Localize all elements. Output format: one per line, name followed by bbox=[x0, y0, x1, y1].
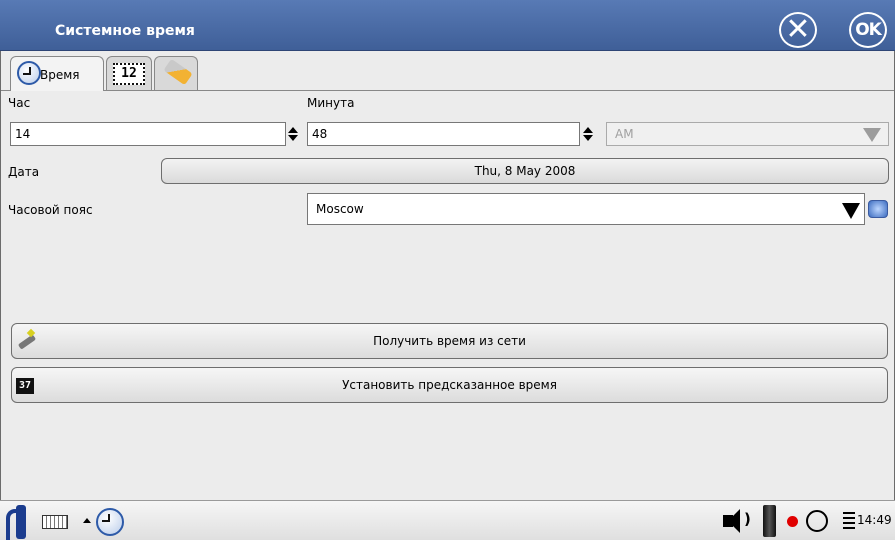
clock-icon bbox=[96, 508, 124, 536]
digits-icon: 37 bbox=[16, 378, 34, 394]
hour-stepper[interactable] bbox=[286, 122, 300, 146]
tab-date[interactable]: 12 bbox=[106, 56, 152, 90]
time-settings-panel: Час Минута 14 48 AM Дата Thu, 8 May 2008… bbox=[1, 90, 894, 500]
timezone-value: Moscow bbox=[316, 202, 364, 216]
down-arrow-icon[interactable] bbox=[288, 135, 298, 141]
date-picker-button[interactable]: Thu, 8 May 2008 bbox=[161, 158, 889, 184]
menu-lines-icon[interactable] bbox=[843, 512, 855, 530]
speaker-waves-icon: ) bbox=[744, 510, 751, 528]
ampm-select: AM bbox=[606, 122, 889, 146]
date-label: Дата bbox=[8, 165, 40, 179]
keyboard-icon[interactable] bbox=[42, 515, 68, 529]
taskbar: ) 14:49 bbox=[0, 500, 895, 540]
opie-menu-icon[interactable] bbox=[6, 505, 26, 540]
minute-stepper[interactable] bbox=[581, 122, 595, 146]
ok-button[interactable]: OK bbox=[849, 12, 887, 48]
close-icon: ✕ bbox=[785, 12, 811, 47]
network-plug-icon bbox=[16, 330, 38, 352]
window-title: Системное время bbox=[55, 23, 195, 39]
up-arrow-icon[interactable] bbox=[83, 518, 91, 523]
tab-time[interactable]: Время bbox=[10, 56, 104, 91]
timezone-label: Часовой пояс bbox=[8, 203, 93, 217]
calendar-icon: 12 bbox=[113, 63, 145, 85]
chevron-down-icon bbox=[863, 128, 881, 142]
tab-time-label: Время bbox=[40, 68, 80, 82]
battery-icon[interactable] bbox=[763, 505, 776, 537]
timezone-select[interactable]: Moscow bbox=[307, 193, 865, 225]
tab-settings[interactable] bbox=[154, 56, 198, 90]
hour-field[interactable]: 14 bbox=[10, 122, 286, 146]
globe-icon[interactable] bbox=[868, 200, 888, 218]
ok-label: OK bbox=[855, 20, 882, 40]
get-network-time-label: Получить время из сети bbox=[373, 334, 526, 348]
circle-icon[interactable] bbox=[806, 510, 828, 532]
close-button[interactable]: ✕ bbox=[779, 12, 817, 48]
get-network-time-button[interactable]: Получить время из сети bbox=[11, 323, 888, 359]
wrench-icon bbox=[163, 58, 193, 86]
set-predicted-time-label: Установить предсказанное время bbox=[342, 378, 557, 392]
up-arrow-icon[interactable] bbox=[288, 127, 298, 133]
clock-icon bbox=[17, 61, 41, 85]
down-arrow-icon[interactable] bbox=[583, 135, 593, 141]
record-icon[interactable] bbox=[787, 516, 798, 527]
minute-field[interactable]: 48 bbox=[307, 122, 580, 146]
chevron-down-icon bbox=[842, 203, 860, 219]
up-arrow-icon[interactable] bbox=[583, 127, 593, 133]
title-bar: Системное время ✕ OK bbox=[0, 0, 895, 51]
clock-app-icon[interactable] bbox=[94, 506, 124, 536]
minute-label: Минута bbox=[307, 96, 355, 110]
set-predicted-time-button[interactable]: 37 Установить предсказанное время bbox=[11, 367, 888, 403]
ampm-value: AM bbox=[615, 127, 634, 141]
hour-label: Час bbox=[8, 96, 31, 110]
taskbar-clock[interactable]: 14:49 bbox=[857, 513, 892, 527]
